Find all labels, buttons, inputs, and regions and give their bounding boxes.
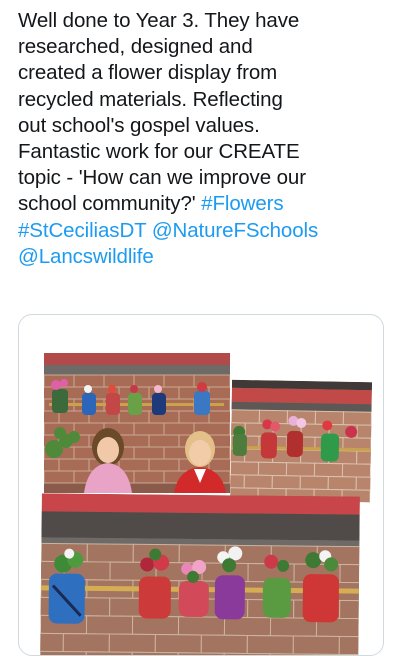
mention-link[interactable]: @NatureFSchools [152, 219, 318, 242]
photo-bottle-planters-closeup[interactable] [40, 493, 360, 655]
mention-link[interactable]: @Lancswildlife [18, 245, 154, 268]
tweet-text-segment: Fantastic work for our CREATE [18, 140, 300, 164]
tweet-text-segment: recycled materials. Reflecting [18, 87, 283, 111]
tweet-line: researched, designed and [18, 34, 390, 60]
media-card[interactable] [18, 314, 384, 656]
photo-wall-flower-pots[interactable] [229, 379, 373, 503]
tweet-text-segment: created a flower display from [18, 61, 278, 85]
tweet-line: Fantastic work for our CREATE [18, 139, 390, 165]
tweet-text-segment: out school's gospel values. [18, 113, 260, 137]
tweet-line: @Lancswildlife [18, 244, 390, 270]
tweet-line: school community?' #Flowers [18, 191, 390, 217]
tweet-text-segment: topic - 'How can we improve our [18, 166, 306, 190]
tweet-line: recycled materials. Reflecting [18, 87, 390, 113]
tweet-text-segment: researched, designed and [18, 35, 253, 59]
photo-girls-flower-display[interactable] [44, 353, 230, 493]
tweet-text-segment: school community?' [18, 192, 202, 216]
hashtag-link[interactable]: #StCeciliasDT [18, 219, 146, 242]
hashtag-link[interactable]: #Flowers [201, 192, 283, 215]
tweet-line: #StCeciliasDT @NatureFSchools [18, 218, 390, 244]
tweet-line: Well done to Year 3. They have [18, 8, 390, 34]
tweet-text-segment: Well done to Year 3. They have [18, 9, 300, 32]
tweet-line: out school's gospel values. [18, 113, 390, 139]
tweet-text: Well done to Year 3. They have researched… [18, 8, 390, 270]
tweet-line: topic - 'How can we improve our [18, 165, 390, 191]
tweet-line: created a flower display from [18, 60, 390, 86]
